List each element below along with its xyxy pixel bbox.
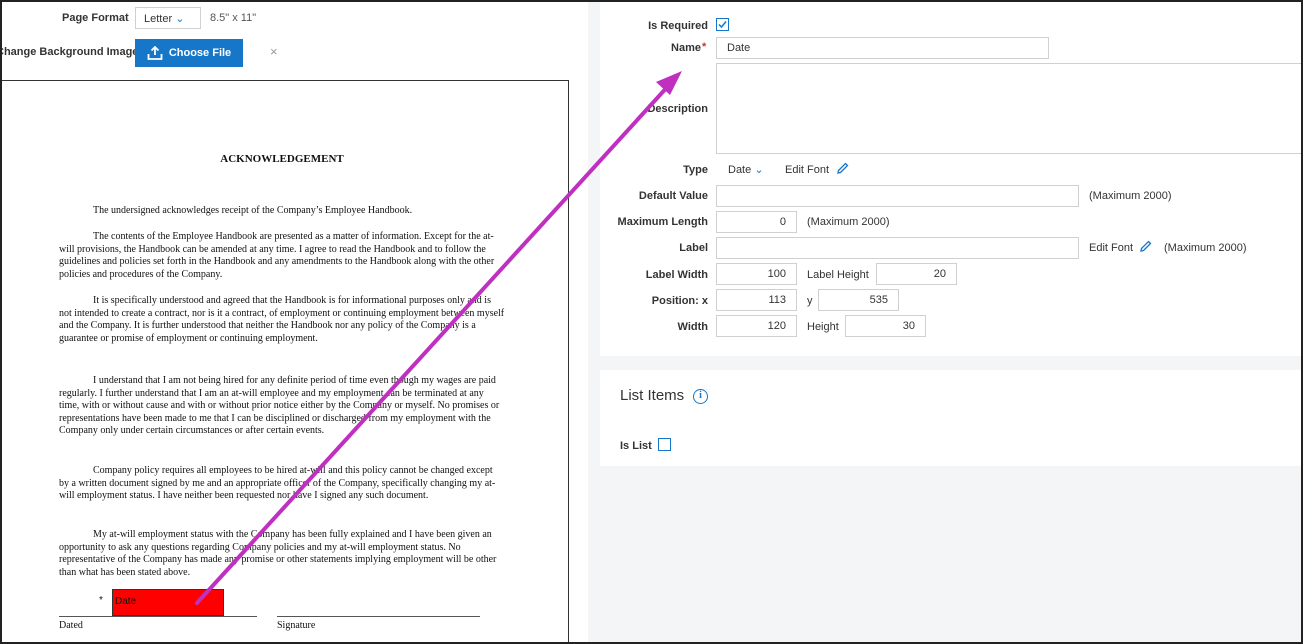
position-y-input[interactable]: 535	[818, 289, 899, 311]
position-y-label: y	[807, 295, 813, 307]
page-size-text: 8.5" x 11"	[210, 12, 257, 24]
pencil-icon[interactable]	[1139, 239, 1153, 253]
default-value-input[interactable]	[716, 185, 1079, 207]
page-format-value: Letter	[144, 13, 173, 25]
type-value: Date	[728, 164, 752, 176]
document-paragraph: It is specifically understood and agreed…	[59, 295, 505, 344]
document-title: ACKNOWLEDGEMENT	[220, 153, 344, 165]
document-paragraph: Company policy requires all employees to…	[59, 465, 496, 501]
height-label: Height	[807, 321, 839, 333]
clear-background-icon[interactable]: ×	[270, 44, 278, 59]
date-field-box[interactable]: Date	[112, 589, 224, 616]
name-input[interactable]: Date	[716, 37, 1049, 59]
max-length-input[interactable]: 0	[716, 211, 797, 233]
position-x-input[interactable]: 113	[716, 289, 797, 311]
description-textarea[interactable]	[716, 63, 1303, 154]
type-select[interactable]: Date ⌄	[716, 159, 774, 181]
default-value-max-note: (Maximum 2000)	[1089, 190, 1172, 202]
default-value-label: Default Value	[638, 190, 708, 202]
document-paragraph: I understand that I am not being hired f…	[59, 375, 500, 436]
required-marker: *	[99, 595, 103, 606]
document-paragraph: My at-will employment status with the Co…	[59, 529, 497, 578]
document-page: ACKNOWLEDGEMENT The undersigned acknowle…	[2, 80, 569, 642]
edit-font-link[interactable]: Edit Font	[785, 164, 829, 176]
name-label: Name	[671, 42, 701, 54]
label-height-label: Label Height	[807, 269, 869, 281]
width-label: Width	[677, 321, 708, 333]
choose-file-button[interactable]: Choose File	[135, 39, 243, 67]
info-icon[interactable]: i	[693, 389, 708, 404]
description-label: Description	[647, 103, 708, 115]
position-x-label: Position: x	[651, 295, 708, 307]
check-icon	[718, 21, 727, 29]
chevron-down-icon: ⌄	[754, 164, 764, 176]
width-input[interactable]: 120	[716, 315, 797, 337]
pencil-icon[interactable]	[836, 161, 850, 175]
dated-label: Dated	[59, 620, 83, 631]
max-length-note: (Maximum 2000)	[807, 216, 890, 228]
is-required-label: Is Required	[648, 20, 708, 32]
height-input[interactable]: 30	[845, 315, 926, 337]
page-format-label: Page Format	[62, 12, 129, 24]
label-max-note: (Maximum 2000)	[1164, 242, 1247, 254]
dated-line	[59, 616, 257, 617]
upload-icon	[147, 46, 163, 60]
signature-label: Signature	[277, 620, 316, 631]
is-list-checkbox[interactable]	[658, 438, 671, 451]
label-field-label: Label	[679, 242, 708, 254]
chevron-down-icon: ⌄	[175, 13, 185, 25]
label-edit-font-link[interactable]: Edit Font	[1089, 242, 1133, 254]
type-label: Type	[683, 164, 708, 176]
page-format-select[interactable]: Letter ⌄	[135, 7, 201, 29]
label-width-label: Label Width	[645, 269, 708, 281]
list-items-card	[600, 370, 1301, 466]
name-required-marker: *	[702, 41, 707, 53]
is-list-label: Is List	[620, 440, 652, 452]
max-length-label: Maximum Length	[617, 216, 708, 228]
list-items-title: List Items	[620, 387, 685, 404]
label-height-input[interactable]: 20	[876, 263, 957, 285]
document-paragraph: The undersigned acknowledges receipt of …	[93, 205, 413, 216]
background-label: Change Background Image	[2, 46, 139, 58]
designer-panel: Page Format Letter ⌄ 8.5" x 11" Change B…	[2, 2, 588, 642]
is-required-checkbox[interactable]	[716, 18, 729, 31]
label-input[interactable]	[716, 237, 1079, 259]
label-width-input[interactable]: 100	[716, 263, 797, 285]
choose-file-label: Choose File	[168, 47, 232, 59]
document-paragraph: The contents of the Employee Handbook ar…	[59, 231, 495, 280]
signature-line	[277, 616, 480, 617]
